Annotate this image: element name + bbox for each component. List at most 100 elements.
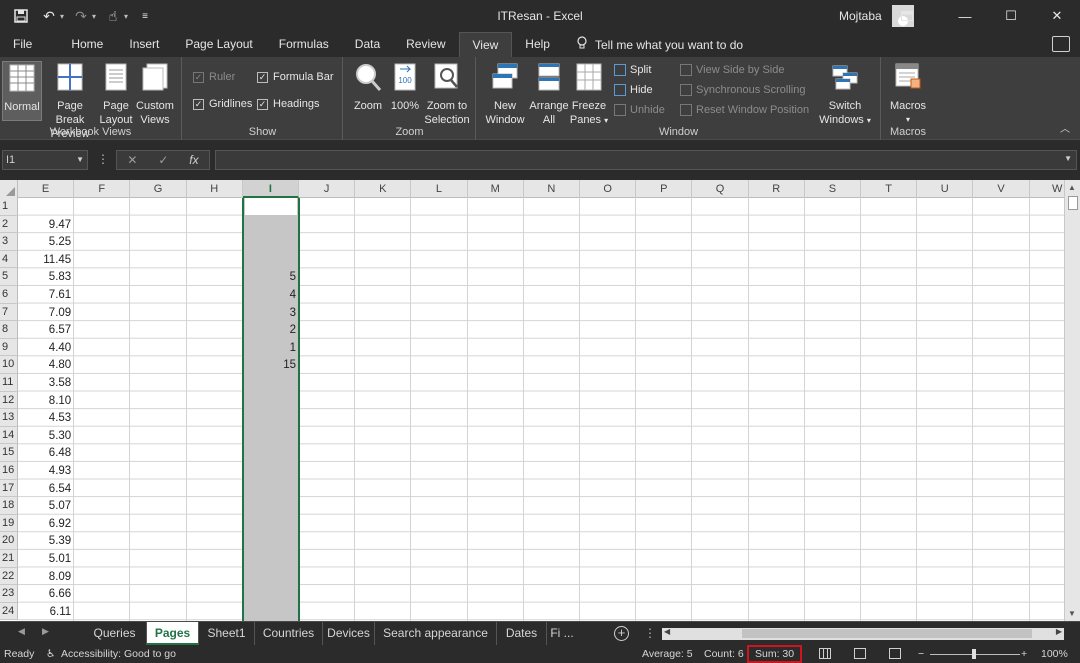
cell-area[interactable] — [18, 198, 1064, 621]
row-header-20[interactable]: 20 — [0, 532, 18, 550]
column-header-h[interactable]: H — [187, 180, 243, 198]
zoom-level[interactable]: 100% — [1041, 645, 1068, 663]
column-header-m[interactable]: M — [468, 180, 524, 198]
cell-value[interactable]: 4.53 — [18, 409, 71, 427]
undo-dropdown-icon[interactable]: ▾ — [60, 12, 64, 21]
row-header-15[interactable]: 15 — [0, 444, 18, 462]
cell-value[interactable]: 5.25 — [18, 233, 71, 251]
row-header-7[interactable]: 7 — [0, 303, 18, 322]
close-icon[interactable]: ✕ — [1034, 0, 1080, 32]
comments-icon[interactable] — [1052, 36, 1070, 52]
row-header-21[interactable]: 21 — [0, 550, 18, 568]
freeze-panes-button[interactable]: Freeze Panes ▾ — [569, 61, 609, 128]
row-header-23[interactable]: 23 — [0, 585, 18, 603]
column-header-g[interactable]: G — [130, 180, 187, 198]
row-header-14[interactable]: 14 — [0, 426, 18, 445]
cell-value[interactable]: 1 — [243, 339, 296, 357]
sum-status[interactable]: Sum: 30 — [747, 645, 803, 663]
synchronous-scrolling-button[interactable]: Synchronous Scrolling — [680, 84, 805, 96]
row-header-13[interactable]: 13 — [0, 409, 18, 427]
row-header-8[interactable]: 8 — [0, 321, 18, 339]
row-header-12[interactable]: 12 — [0, 391, 18, 410]
scroll-up-icon[interactable]: ▲ — [1068, 183, 1076, 192]
sheet-tab-pages[interactable]: Pages — [147, 622, 199, 645]
tab-data[interactable]: Data — [342, 32, 393, 57]
column-header-p[interactable]: P — [636, 180, 693, 198]
cell-value[interactable]: 6.11 — [18, 603, 72, 621]
cancel-icon[interactable]: ✕ — [127, 153, 137, 167]
zoom-slider-thumb[interactable] — [972, 649, 976, 659]
row-header-22[interactable]: 22 — [0, 567, 18, 586]
row-header-24[interactable]: 24 — [0, 602, 18, 621]
sheet-tab-devices[interactable]: Devices — [323, 622, 375, 645]
cell-value[interactable]: 5.01 — [18, 550, 71, 568]
sheet-options-icon[interactable]: ⋮ — [644, 626, 656, 640]
row-header-10[interactable]: 10 — [0, 356, 18, 374]
tab-file[interactable]: File — [0, 32, 45, 57]
formula-input[interactable]: ▼ — [215, 150, 1077, 170]
name-box-dropdown-icon[interactable]: ▼ — [76, 151, 84, 169]
cell-value[interactable]: 3 — [243, 304, 296, 322]
row-header-2[interactable]: 2 — [0, 215, 18, 234]
horizontal-scroll-thumb[interactable] — [742, 629, 1032, 638]
page-layout-status-icon[interactable] — [854, 648, 866, 659]
enter-icon[interactable]: ✓ — [158, 153, 168, 167]
maximize-icon[interactable]: ☐ — [988, 0, 1034, 32]
sheet-tab-dates[interactable]: Dates — [497, 622, 547, 645]
prev-sheet-icon[interactable]: ◀ — [18, 626, 25, 637]
row-header-3[interactable]: 3 — [0, 233, 18, 251]
split-button[interactable]: Split — [614, 64, 651, 76]
cell-value[interactable]: 6.57 — [18, 321, 71, 339]
row-header-16[interactable]: 16 — [0, 462, 18, 480]
tell-me-search[interactable]: Tell me what you want to do — [563, 36, 743, 53]
row-header-11[interactable]: 11 — [0, 374, 18, 392]
average-status[interactable]: Average: 5 — [642, 645, 693, 663]
zoom-button[interactable]: Zoom — [350, 61, 386, 113]
cell-value[interactable]: 4.40 — [18, 339, 71, 357]
row-header-4[interactable]: 4 — [0, 250, 18, 269]
redo-dropdown-icon[interactable]: ▾ — [92, 12, 96, 21]
touch-mode-icon[interactable]: ☝ — [102, 5, 124, 27]
custom-views-button[interactable]: Custom Views — [134, 61, 176, 127]
normal-view-button[interactable]: Normal — [2, 61, 42, 121]
cell-value[interactable]: 6.54 — [18, 480, 71, 498]
zoom-100-button[interactable]: 100 100% — [388, 61, 422, 113]
tab-home[interactable]: Home — [45, 32, 116, 57]
zoom-in-icon[interactable]: + — [1021, 645, 1027, 663]
column-header-s[interactable]: S — [805, 180, 861, 198]
row-header-1[interactable]: 1 — [0, 198, 18, 216]
row-header-17[interactable]: 17 — [0, 479, 18, 498]
row-header-5[interactable]: 5 — [0, 268, 18, 286]
ruler-checkbox[interactable]: ✓ Ruler — [193, 71, 235, 83]
new-window-button[interactable]: New Window — [483, 61, 527, 127]
sheet-tab-queries[interactable]: Queries — [83, 622, 147, 645]
cell-value[interactable]: 5.39 — [18, 532, 71, 550]
cell-value[interactable]: 6.48 — [18, 444, 71, 462]
sheet-tab-countries[interactable]: Countries — [255, 622, 323, 645]
vertical-scroll-thumb[interactable] — [1068, 196, 1078, 210]
cell-value[interactable]: 5 — [243, 268, 296, 286]
count-status[interactable]: Count: 6 — [704, 645, 744, 663]
unhide-button[interactable]: Unhide — [614, 104, 665, 116]
column-header-j[interactable]: J — [299, 180, 356, 198]
save-icon[interactable] — [10, 5, 32, 27]
page-layout-view-button[interactable]: Page Layout — [98, 61, 134, 127]
minimize-icon[interactable]: — — [942, 0, 988, 32]
row-header-9[interactable]: 9 — [0, 338, 18, 357]
column-header-t[interactable]: T — [861, 180, 918, 198]
tab-insert[interactable]: Insert — [116, 32, 172, 57]
cell-value[interactable]: 8.09 — [18, 568, 71, 586]
macros-button[interactable]: Macros ▾ — [888, 61, 928, 127]
insert-function-icon[interactable]: fx — [189, 153, 198, 167]
cell-value[interactable]: 4.80 — [18, 356, 71, 374]
scroll-left-icon[interactable]: ◀ — [664, 627, 670, 636]
collapse-ribbon-icon[interactable]: ︿ — [1060, 120, 1070, 135]
view-side-by-side-button[interactable]: View Side by Side — [680, 64, 784, 76]
cell-value[interactable]: 8.10 — [18, 392, 71, 410]
tab-view[interactable]: View — [458, 31, 513, 58]
column-header-q[interactable]: Q — [692, 180, 749, 198]
tab-formulas[interactable]: Formulas — [266, 32, 342, 57]
headings-checkbox[interactable]: ✓ Headings — [257, 98, 319, 110]
column-header-v[interactable]: V — [973, 180, 1030, 198]
cell-value[interactable]: 2 — [243, 321, 296, 339]
